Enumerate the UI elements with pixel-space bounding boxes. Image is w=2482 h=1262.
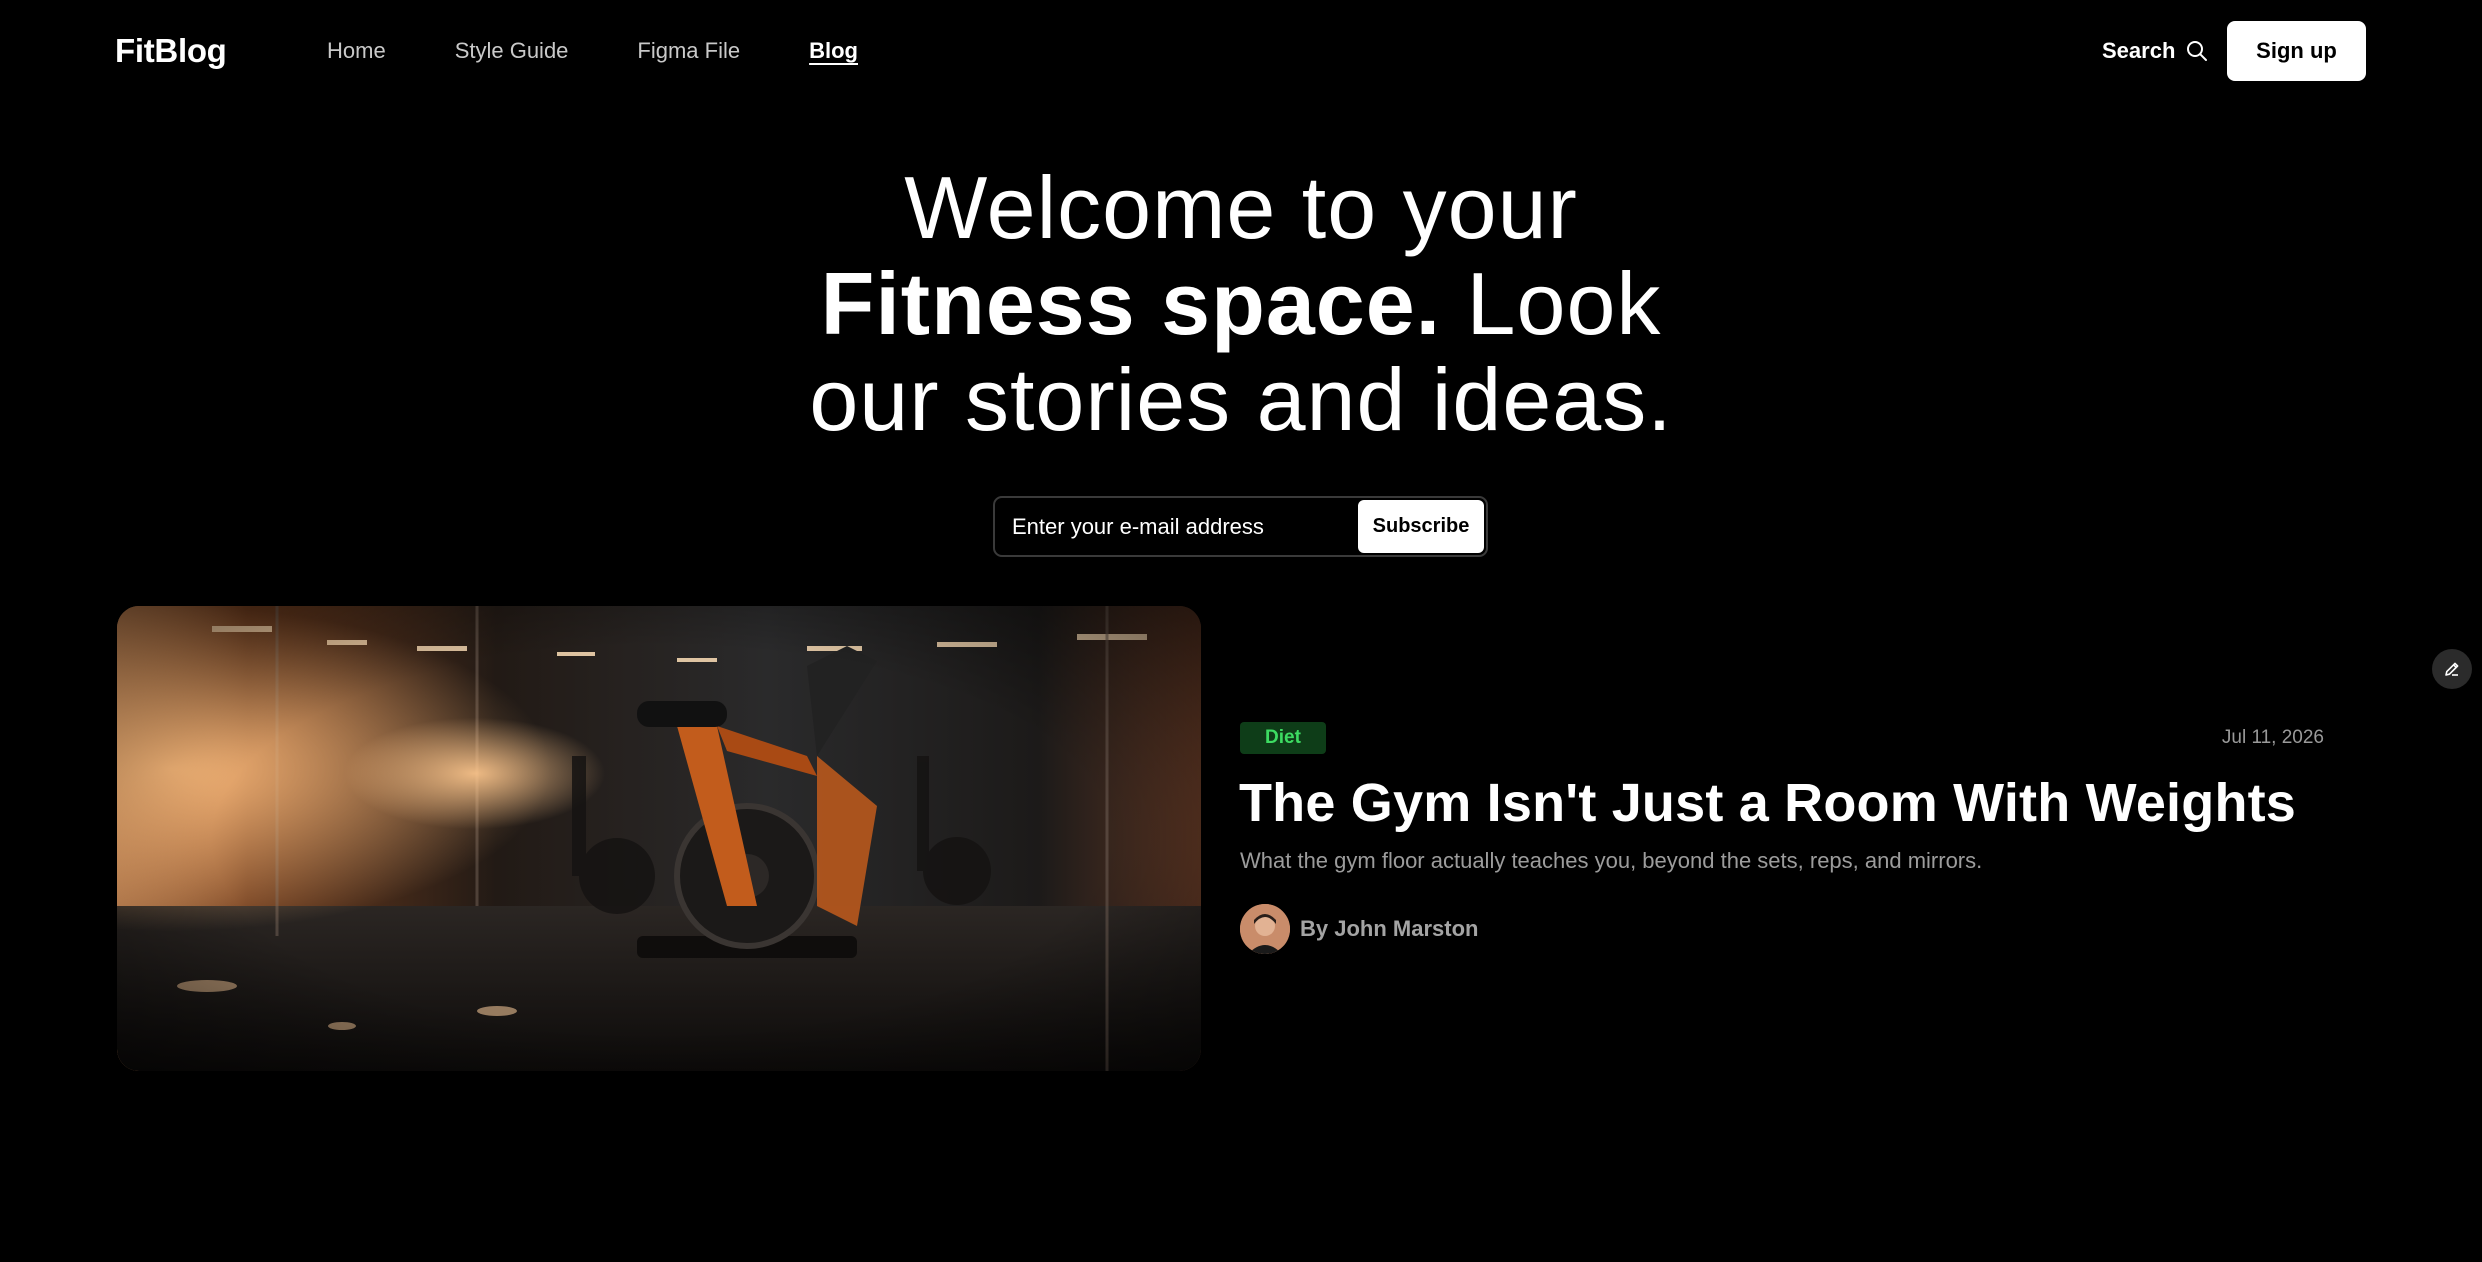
subscribe-form: Subscribe: [993, 496, 1488, 557]
sign-up-button[interactable]: Sign up: [2227, 21, 2366, 81]
post-date: Jul 11, 2026: [2221, 727, 2324, 748]
post-category-tag[interactable]: Diet: [1240, 722, 1326, 754]
page: FitBlog Home Style Guide Figma File Blog…: [0, 0, 2482, 1262]
top-nav: FitBlog Home Style Guide Figma File Blog…: [0, 0, 2482, 102]
nav-link-style-guide[interactable]: Style Guide: [455, 34, 569, 70]
email-input[interactable]: [995, 498, 1358, 555]
search-label: Search: [2102, 38, 2176, 63]
nav-link-home[interactable]: Home: [327, 34, 386, 70]
avatar: [1240, 904, 1290, 954]
post-author[interactable]: By John Marston: [1240, 903, 1478, 955]
post-excerpt: What the gym floor actually teaches you,…: [1240, 848, 1983, 873]
hero-heading: Welcome to your Fitness space. Look our …: [0, 160, 2482, 448]
gym-bikes-photo: [117, 606, 1201, 1071]
featured-post-image[interactable]: [117, 606, 1201, 1071]
hero-line-1: Welcome to your: [904, 158, 1578, 257]
edit-button[interactable]: [2432, 649, 2472, 689]
hero-line-2-rest: Look: [1441, 254, 1662, 353]
nav-links: Home Style Guide Figma File Blog: [327, 34, 927, 70]
hero-line-3: our stories and ideas.: [809, 350, 1673, 449]
nav-link-blog[interactable]: Blog: [809, 34, 858, 70]
pencil-icon: [2445, 662, 2459, 676]
hero-bold-text: Fitness space.: [820, 254, 1442, 353]
nav-link-figma-file[interactable]: Figma File: [637, 34, 740, 70]
search-icon: [2187, 41, 2208, 61]
search-button[interactable]: Search: [2102, 34, 2209, 68]
subscribe-button[interactable]: Subscribe: [1358, 500, 1484, 553]
brand-logo[interactable]: FitBlog: [115, 30, 227, 72]
hero-line-2: Fitness space. Look: [0, 256, 2482, 352]
post-title[interactable]: The Gym Isn't Just a Room With Weights: [1239, 770, 2359, 836]
author-name: By John Marston: [1300, 916, 1479, 941]
